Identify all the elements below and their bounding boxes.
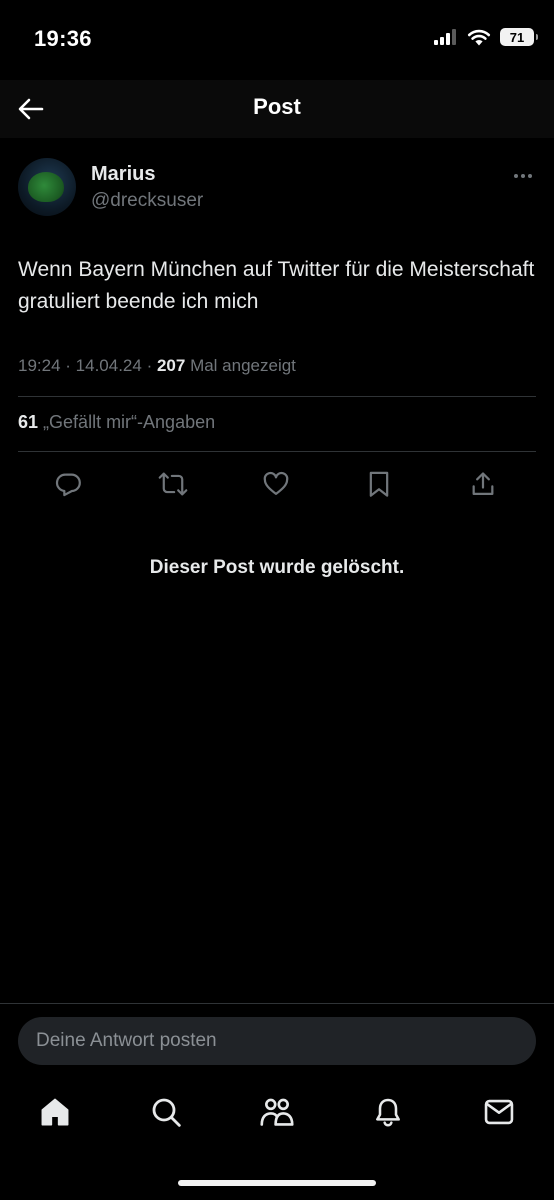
top-bar: Post: [0, 80, 554, 138]
messages-icon: [484, 1099, 514, 1125]
nav-communities[interactable]: [259, 1094, 295, 1130]
communities-icon: [260, 1098, 294, 1126]
divider: [18, 396, 536, 397]
bookmark-icon: [369, 471, 389, 497]
post-time: 19:24: [18, 356, 61, 375]
reply-input[interactable]: [18, 1017, 536, 1065]
share-icon: [472, 472, 494, 496]
status-bar: 19:36 71: [0, 0, 554, 80]
deleted-notice: Dieser Post wurde gelöscht.: [149, 557, 405, 578]
signal-icon: [434, 29, 456, 45]
repost-button[interactable]: [157, 468, 189, 500]
more-dot-icon: [521, 174, 525, 178]
repost-icon: [158, 472, 188, 496]
reply-button[interactable]: [53, 468, 85, 500]
notifications-icon: [376, 1098, 400, 1127]
views-count: 207: [156, 356, 186, 375]
nav-notifications[interactable]: [370, 1094, 406, 1130]
bookmark-button[interactable]: [363, 468, 395, 500]
post-text: Wenn Bayern München auf Twitter für die …: [18, 258, 535, 313]
battery-icon: 71: [500, 28, 538, 46]
status-time: 19:36: [34, 26, 92, 51]
avatar[interactable]: [18, 158, 76, 216]
page-title: Post: [253, 94, 301, 119]
likes-summary[interactable]: 61 „Gefällt mir“-Angaben: [18, 412, 215, 433]
status-icons: 71: [434, 28, 538, 46]
more-dot-icon: [528, 174, 532, 178]
avatar-image: [28, 172, 64, 202]
like-button[interactable]: [260, 468, 292, 500]
more-dot-icon: [514, 174, 518, 178]
nav-search[interactable]: [148, 1094, 184, 1130]
more-options-button[interactable]: [510, 166, 536, 186]
battery-level: 71: [509, 29, 525, 45]
home-icon: [41, 1098, 69, 1126]
likes-label: „Gefällt mir“-Angaben: [43, 412, 216, 432]
nav-home[interactable]: [37, 1094, 73, 1130]
divider: [18, 451, 536, 452]
share-button[interactable]: [467, 468, 499, 500]
post-date: 14.04.24: [75, 356, 142, 375]
author-handle[interactable]: @drecksuser: [91, 190, 203, 212]
likes-count: 61: [18, 412, 39, 432]
like-icon: [263, 471, 289, 496]
divider: [0, 1003, 554, 1004]
views-label: Mal angezeigt: [190, 356, 296, 375]
search-icon: [152, 1098, 181, 1127]
author-name[interactable]: Marius: [91, 163, 155, 186]
home-indicator[interactable]: [178, 1180, 376, 1186]
reply-icon: [55, 473, 81, 497]
wifi-icon: [467, 29, 491, 46]
nav-messages[interactable]: [481, 1094, 517, 1130]
post-meta: 19:24 · 14.04.24 · 207 Mal angezeigt: [18, 356, 296, 375]
